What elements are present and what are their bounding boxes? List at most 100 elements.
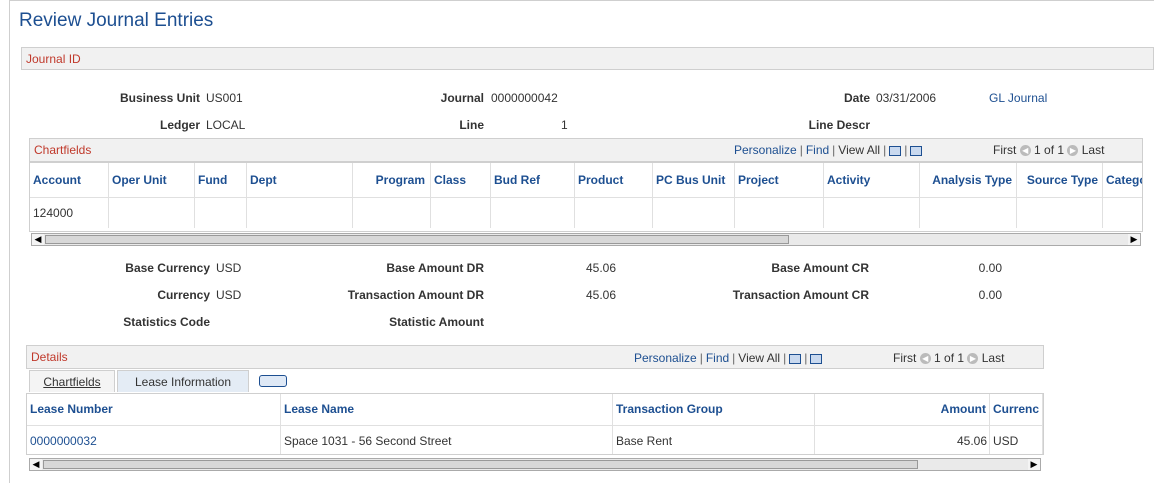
base-amount-dr-value: 45.06 [585,261,616,275]
details-find-link[interactable]: Find [706,351,729,365]
transaction-amount-dr-value: 45.06 [585,288,616,302]
col-fund[interactable]: Fund [195,163,247,197]
tab-chartfields[interactable]: Chartfields [29,370,115,392]
details-view-all-link[interactable]: View All [738,351,780,365]
details-range: 1 of 1 [934,351,965,365]
page-title: Review Journal Entries [19,10,214,31]
details-grid-nav: Personalize | Find | View All | | [634,351,823,365]
program-cell [353,198,431,228]
details-horizontal-scrollbar[interactable]: ◀ ▶ [29,458,1041,471]
category-cell [1103,198,1142,228]
previous-row-icon[interactable]: ◀ [1019,145,1031,157]
source-type-cell [1017,198,1103,228]
activity-cell [824,198,920,228]
business-unit-value: US001 [206,91,243,105]
chartfields-grid-header: Chartfields [29,138,1143,162]
date-value: 03/31/2006 [876,91,937,105]
scroll-thumb[interactable] [45,235,789,244]
col-product[interactable]: Product [575,163,653,197]
transaction-group-cell: Base Rent [613,426,815,454]
col-lease-name[interactable]: Lease Name [281,394,613,425]
download-spreadsheet-icon[interactable] [810,353,823,364]
chartfields-grid: Account Oper Unit Fund Dept Program Clas… [29,162,1143,232]
statistics-code-label: Statistics Code [123,315,210,329]
details-grid-header: Details [26,345,1044,369]
details-first-link[interactable]: First [893,351,916,365]
col-project[interactable]: Project [735,163,824,197]
col-currency[interactable]: Currenc [990,394,1043,425]
ledger-value: LOCAL [206,118,246,132]
col-pc-bus-unit[interactable]: PC Bus Unit [653,163,735,197]
amount-cell: 45.06 [815,426,990,454]
scroll-thumb[interactable] [43,460,918,469]
transaction-amount-cr-value: 0.00 [978,288,1002,302]
fund-cell [195,198,247,228]
next-row-icon[interactable]: ▶ [1067,145,1079,157]
page-top-border [9,0,1154,1]
journal-value: 0000000042 [491,91,558,105]
col-category[interactable]: Catego [1103,163,1142,197]
line-label: Line [459,118,484,132]
chartfields-range: 1 of 1 [1034,143,1065,157]
base-amount-dr-label: Base Amount DR [386,261,484,275]
col-lease-number[interactable]: Lease Number [27,394,281,425]
chartfields-grid-nav: Personalize | Find | View All | | [734,143,923,157]
download-spreadsheet-icon[interactable] [910,145,923,156]
base-currency-label: Base Currency [125,261,210,275]
business-unit-label: Business Unit [119,91,200,105]
line-descr-label: Line Descr [808,118,870,132]
scroll-left-icon[interactable]: ◀ [30,459,42,470]
lease-name-cell: Space 1031 - 56 Second Street [281,426,613,454]
base-currency-value: USD [216,261,242,275]
currency-cell: USD [990,426,1043,454]
line-value: 1 [561,118,568,132]
ledger-label: Ledger [159,118,200,132]
chartfields-horizontal-scrollbar[interactable]: ◀ ▶ [31,233,1141,246]
page-left-border [9,0,10,483]
base-amount-cr-label: Base Amount CR [771,261,869,275]
chartfields-last-link[interactable]: Last [1082,143,1105,157]
transaction-amount-cr-label: Transaction Amount CR [732,288,869,302]
previous-row-icon[interactable]: ◀ [919,353,931,365]
show-all-columns-icon[interactable] [259,375,287,387]
analysis-type-cell [920,198,1017,228]
next-row-icon[interactable]: ▶ [967,353,979,365]
journal-id-section-header: Journal ID [21,47,1154,70]
zoom-grid-icon[interactable] [889,145,902,156]
scroll-right-icon[interactable]: ▶ [1128,234,1140,245]
chartfields-grid-title: Chartfields [34,143,92,157]
chartfields-first-link[interactable]: First [993,143,1016,157]
account-cell: 124000 [30,198,109,228]
details-personalize-link[interactable]: Personalize [634,351,697,365]
product-cell [575,198,653,228]
col-program[interactable]: Program [353,163,431,197]
chartfields-personalize-link[interactable]: Personalize [734,143,797,157]
col-source-type[interactable]: Source Type [1017,163,1103,197]
col-class[interactable]: Class [431,163,491,197]
class-cell [431,198,491,228]
details-grid-title: Details [31,350,68,364]
col-bud-ref[interactable]: Bud Ref [491,163,575,197]
col-amount[interactable]: Amount [815,394,990,425]
zoom-grid-icon[interactable] [789,353,802,364]
scroll-right-icon[interactable]: ▶ [1028,459,1040,470]
dept-cell [247,198,353,228]
scroll-left-icon[interactable]: ◀ [32,234,44,245]
bud-ref-cell [491,198,575,228]
details-pager: First ◀ 1 of 1 ▶ Last [893,351,1004,365]
lease-number-link[interactable]: 0000000032 [27,426,281,454]
col-oper-unit[interactable]: Oper Unit [109,163,195,197]
details-last-link[interactable]: Last [982,351,1005,365]
base-amount-cr-value: 0.00 [978,261,1002,275]
transaction-amount-dr-label: Transaction Amount DR [347,288,484,302]
gl-journal-link[interactable]: GL Journal [989,91,1047,105]
col-dept[interactable]: Dept [247,163,353,197]
chartfields-find-link[interactable]: Find [806,143,829,157]
col-analysis-type[interactable]: Analysis Type [920,163,1017,197]
chartfields-view-all-link[interactable]: View All [838,143,880,157]
col-account[interactable]: Account [30,163,109,197]
oper-unit-cell [109,198,195,228]
col-activity[interactable]: Activity [824,163,920,197]
tab-lease-information[interactable]: Lease Information [117,370,249,392]
col-transaction-group[interactable]: Transaction Group [613,394,815,425]
